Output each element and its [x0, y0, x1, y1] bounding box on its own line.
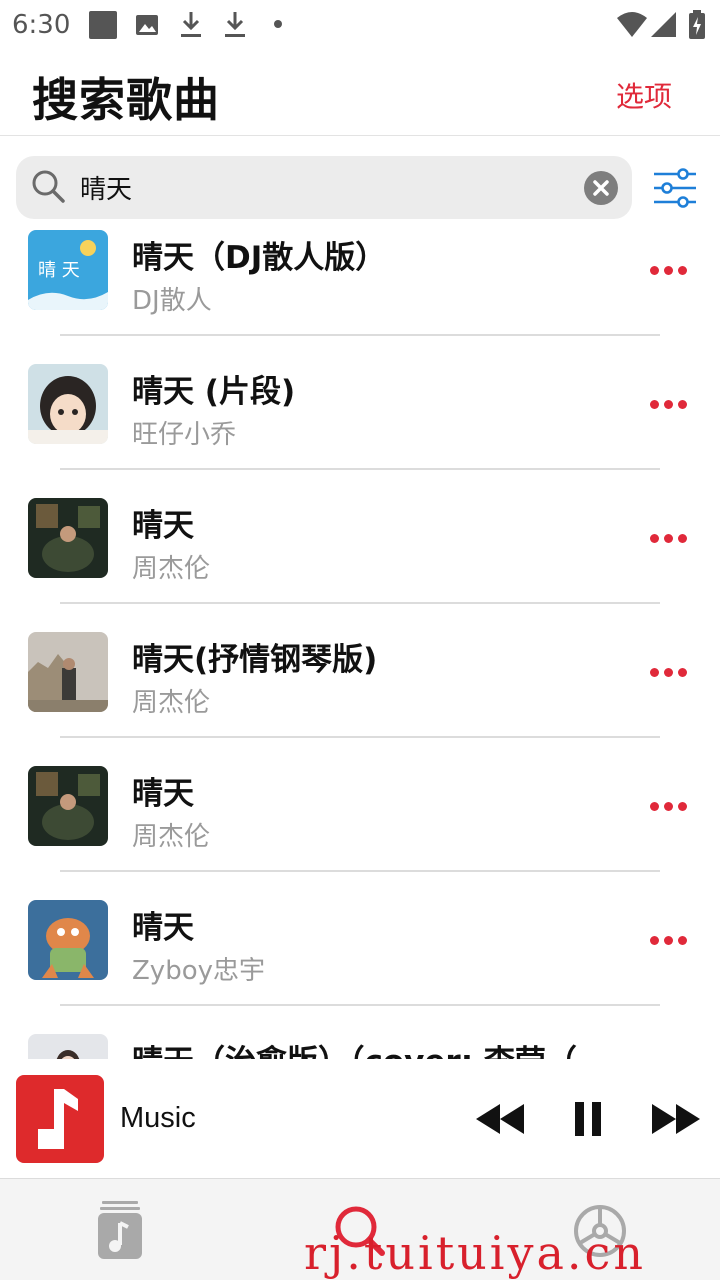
- music-library-icon[interactable]: [80, 1193, 160, 1273]
- song-title: 晴天 (片段): [132, 374, 296, 410]
- album-cover: [28, 900, 108, 980]
- download-icon: [181, 12, 201, 37]
- image-icon: [136, 15, 158, 35]
- svg-text:晴 天: 晴 天: [38, 260, 80, 281]
- player-artwork[interactable]: [16, 1075, 104, 1163]
- more-options-button[interactable]: [640, 260, 696, 280]
- more-options-button[interactable]: [640, 662, 696, 682]
- mini-player[interactable]: Music: [0, 1062, 720, 1178]
- more-options-button[interactable]: [640, 796, 696, 816]
- song-title: 晴天（治愈版）（cover: 李莹（…: [132, 1036, 608, 1059]
- song-title: 晴天(抒情钢琴版): [132, 642, 378, 678]
- more-options-button[interactable]: [640, 394, 696, 414]
- song-artist: 周杰伦: [132, 554, 211, 584]
- list-item[interactable]: 晴 天 晴天（DJ散人版） DJ散人: [0, 228, 720, 336]
- song-artist: DJ散人: [132, 286, 212, 316]
- list-item[interactable]: 晴天 周杰伦: [0, 470, 720, 604]
- player-title: Music: [120, 1102, 196, 1134]
- song-artist: 周杰伦: [132, 822, 211, 852]
- status-bar: 6:30: [0, 0, 720, 50]
- search-icon: [32, 170, 65, 203]
- list-item[interactable]: 晴天（治愈版）（cover: 李莹（…: [0, 1006, 720, 1059]
- square-notification-icon: [89, 11, 117, 39]
- clear-search-button[interactable]: [584, 171, 618, 205]
- fast-forward-icon[interactable]: [650, 1100, 702, 1138]
- battery-charging-icon: [689, 10, 705, 39]
- song-title: 晴天: [132, 508, 194, 544]
- song-artist: 旺仔小乔: [132, 420, 237, 450]
- album-cover: [28, 1034, 108, 1059]
- more-options-button[interactable]: [640, 528, 696, 548]
- album-cover: [28, 632, 108, 712]
- list-item[interactable]: 晴天 周杰伦: [0, 738, 720, 872]
- album-cover: [28, 364, 108, 444]
- options-button[interactable]: 选项: [616, 75, 672, 115]
- rewind-icon[interactable]: [474, 1100, 526, 1138]
- list-item[interactable]: 晴天(抒情钢琴版) 周杰伦: [0, 604, 720, 738]
- list-item[interactable]: 晴天 Zyboy忠宇: [0, 872, 720, 1006]
- song-artist: 周杰伦: [132, 688, 211, 718]
- dot-icon: [274, 20, 282, 28]
- album-cover: 晴 天: [28, 230, 108, 310]
- search-results-list[interactable]: 晴 天 晴天（DJ散人版） DJ散人 晴天 (片段) 旺仔小乔 晴天 周杰伦 晴…: [0, 228, 720, 1059]
- more-options-button[interactable]: [640, 930, 696, 950]
- song-title: 晴天: [132, 910, 194, 946]
- song-artist: Zyboy忠宇: [132, 956, 265, 986]
- pause-icon[interactable]: [572, 1100, 604, 1138]
- search-input[interactable]: [80, 167, 580, 207]
- status-time: 6:30: [12, 10, 71, 40]
- song-title: 晴天（DJ散人版）: [132, 240, 387, 276]
- song-title: 晴天: [132, 776, 194, 812]
- album-cover: [28, 498, 108, 578]
- clear-icon: [593, 180, 609, 196]
- search-box[interactable]: [16, 156, 632, 219]
- wifi-icon: [617, 12, 647, 37]
- download-icon: [225, 12, 245, 37]
- header: 搜索歌曲 选项: [0, 50, 720, 136]
- page-title: 搜索歌曲: [32, 73, 220, 127]
- watermark: rj.tuituiya.cn: [304, 1226, 646, 1280]
- music-note-icon: [38, 1089, 78, 1149]
- list-item[interactable]: 晴天 (片段) 旺仔小乔: [0, 336, 720, 470]
- album-cover: [28, 766, 108, 846]
- sliders-icon[interactable]: [652, 168, 698, 208]
- signal-icon: [651, 12, 676, 37]
